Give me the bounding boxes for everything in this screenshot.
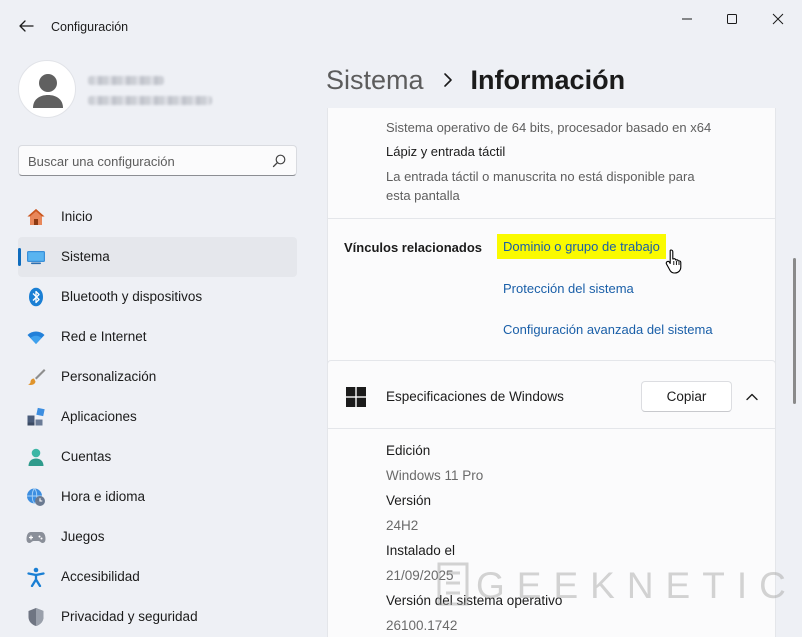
maximize-button[interactable]: [719, 8, 745, 30]
os-build-value: 26100.1742: [386, 618, 458, 633]
sidebar-item-red[interactable]: Red e Internet: [18, 317, 297, 357]
pen-touch-label: Lápiz y entrada táctil: [386, 144, 506, 159]
user-icon: [33, 74, 63, 108]
search-input[interactable]: [28, 152, 260, 170]
advanced-system-settings-link[interactable]: Configuración avanzada del sistema: [503, 322, 713, 337]
system-protection-link[interactable]: Protección del sistema: [503, 281, 634, 296]
title-bar: Configuración: [0, 0, 802, 56]
sidebar-item-inicio[interactable]: Inicio: [18, 197, 297, 237]
apps-icon: [27, 407, 45, 426]
breadcrumb: Sistema Información: [326, 60, 625, 100]
close-button[interactable]: [765, 8, 791, 30]
back-arrow-icon: [19, 20, 34, 32]
bluetooth-icon: [29, 287, 43, 307]
installed-on-label: Instalado el: [386, 543, 456, 558]
installed-on-value: 21/09/2025: [386, 568, 454, 583]
windows-logo-icon: [346, 387, 366, 407]
sidebar-item-label: Juegos: [61, 529, 105, 544]
windows-specs-header[interactable]: Especificaciones de Windows Copiar: [328, 361, 775, 429]
divider: [328, 218, 775, 219]
user-email-redacted: [88, 96, 212, 105]
account-icon: [28, 448, 44, 466]
sidebar-item-label: Inicio: [61, 209, 93, 224]
chevron-up-icon: [746, 393, 758, 401]
domain-workgroup-link[interactable]: Dominio o grupo de trabajo: [497, 234, 666, 259]
version-value: 24H2: [386, 518, 419, 533]
sidebar-item-label: Sistema: [61, 249, 110, 264]
system-monitor-icon: [27, 251, 45, 265]
avatar[interactable]: [18, 60, 76, 118]
sidebar-item-hora[interactable]: Hora e idioma: [18, 477, 297, 517]
collapse-button[interactable]: [740, 387, 764, 407]
gamepad-icon: [26, 532, 46, 543]
search-icon[interactable]: [271, 153, 287, 169]
sidebar-item-bluetooth[interactable]: Bluetooth y dispositivos: [18, 277, 297, 317]
sidebar-item-label: Personalización: [61, 369, 157, 384]
accessibility-icon: [27, 567, 45, 587]
sidebar-item-label: Bluetooth y dispositivos: [61, 289, 203, 304]
sidebar-item-label: Privacidad y seguridad: [61, 609, 198, 624]
wifi-icon: [27, 331, 45, 344]
minimize-button[interactable]: [674, 8, 700, 30]
scrollbar[interactable]: [793, 258, 796, 404]
sidebar-item-label: Cuentas: [61, 449, 112, 464]
version-label: Versión: [386, 493, 432, 508]
sidebar-item-privacidad[interactable]: Privacidad y seguridad: [18, 597, 297, 637]
shield-icon: [28, 608, 44, 626]
windows-specs-card: Especificaciones de Windows Copiar Edici…: [327, 360, 776, 637]
pen-touch-value-line2: esta pantalla: [386, 188, 460, 203]
close-icon: [772, 13, 784, 25]
os-build-label: Versión del sistema operativo: [386, 593, 563, 608]
sidebar-item-accesibilidad[interactable]: Accesibilidad: [18, 557, 297, 597]
related-links-title: Vínculos relacionados: [344, 240, 482, 255]
home-icon: [27, 209, 45, 225]
sidebar-item-personalizacion[interactable]: Personalización: [18, 357, 297, 397]
search-box[interactable]: [18, 145, 297, 176]
sidebar-item-label: Aplicaciones: [61, 409, 137, 424]
back-button[interactable]: [14, 14, 38, 38]
sidebar-item-label: Red e Internet: [61, 329, 147, 344]
globe-clock-icon: [27, 488, 45, 506]
edition-value: Windows 11 Pro: [386, 468, 484, 483]
window-title: Configuración: [51, 20, 129, 34]
paintbrush-icon: [28, 369, 46, 385]
pen-touch-value-line1: La entrada táctil o manuscrita no está d…: [386, 169, 695, 184]
maximize-icon: [727, 14, 737, 24]
sidebar-item-cuentas[interactable]: Cuentas: [18, 437, 297, 477]
user-name-redacted: [88, 76, 164, 85]
sidebar-item-sistema[interactable]: Sistema: [18, 237, 297, 277]
breadcrumb-parent[interactable]: Sistema: [326, 65, 424, 96]
minimize-icon: [682, 18, 692, 20]
sidebar-item-aplicaciones[interactable]: Aplicaciones: [18, 397, 297, 437]
sidebar-nav: Inicio Sistema Bluetooth y dispositivos …: [18, 197, 297, 637]
edition-label: Edición: [386, 443, 431, 458]
sidebar-item-label: Hora e idioma: [61, 489, 146, 504]
windows-specs-title: Especificaciones de Windows: [386, 389, 564, 404]
content-pane: Sistema operativo de 64 bits, procesador…: [327, 108, 776, 637]
chevron-right-icon: [443, 73, 452, 87]
sidebar-item-label: Accesibilidad: [61, 569, 140, 584]
page-title: Información: [470, 64, 626, 95]
sidebar-item-juegos[interactable]: Juegos: [18, 517, 297, 557]
system-type-value: Sistema operativo de 64 bits, procesador…: [386, 120, 712, 135]
copy-button[interactable]: Copiar: [641, 381, 732, 412]
